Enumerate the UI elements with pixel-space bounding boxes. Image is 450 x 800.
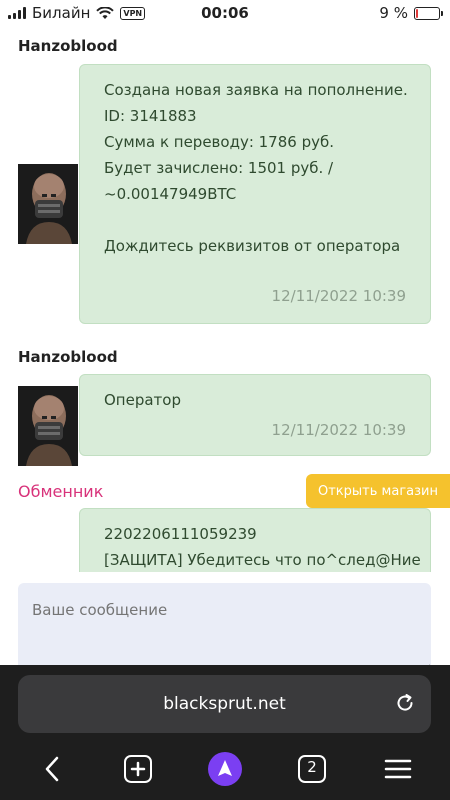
message-sender: Hanzoblood: [18, 37, 118, 55]
message-sender: Hanzoblood: [18, 348, 118, 366]
tab-count: 2: [307, 758, 317, 776]
url-text: blacksprut.net: [163, 694, 286, 714]
message-text: 2202206111059239 [ЗАЩИТА] Убедитесь что …: [104, 525, 421, 569]
alice-assistant-icon: [208, 752, 242, 786]
chevron-left-icon: [45, 756, 59, 782]
plus-square-icon: [124, 755, 152, 783]
message-text: Создана новая заявка на пополнение. ID: …: [104, 81, 408, 255]
exchange-link[interactable]: Обменник: [18, 482, 103, 501]
alice-button[interactable]: [203, 747, 247, 791]
reload-icon[interactable]: [393, 691, 417, 715]
battery-icon: [414, 6, 443, 20]
menu-button[interactable]: [376, 747, 420, 791]
message-text: Оператор: [104, 391, 181, 409]
message-timestamp: 12/11/2022 10:39: [271, 421, 406, 439]
back-button[interactable]: [30, 747, 74, 791]
chat-feed[interactable]: Hanzoblood Создана новая заявка на попол…: [0, 26, 450, 572]
message-bubble: Оператор 12/11/2022 10:39: [79, 374, 431, 456]
hamburger-menu-icon: [384, 759, 412, 779]
battery-percent: 9 %: [379, 4, 408, 22]
message-bubble: Создана новая заявка на пополнение. ID: …: [79, 64, 431, 324]
browser-toolbar: blacksprut.net 2: [0, 665, 450, 800]
tabs-button[interactable]: 2: [290, 747, 334, 791]
new-tab-button[interactable]: [116, 747, 160, 791]
open-shop-button[interactable]: Открыть магазин: [306, 474, 450, 508]
message-input[interactable]: [18, 583, 431, 673]
avatar: [18, 164, 78, 244]
message-timestamp: 12/11/2022 10:39: [271, 287, 406, 305]
status-bar: Билайн VPN 00:06 9 %: [0, 0, 450, 26]
message-bubble: 2202206111059239 [ЗАЩИТА] Убедитесь что …: [79, 508, 431, 572]
browser-nav: 2: [0, 747, 450, 791]
address-bar[interactable]: blacksprut.net: [18, 675, 431, 733]
avatar: [18, 386, 78, 466]
